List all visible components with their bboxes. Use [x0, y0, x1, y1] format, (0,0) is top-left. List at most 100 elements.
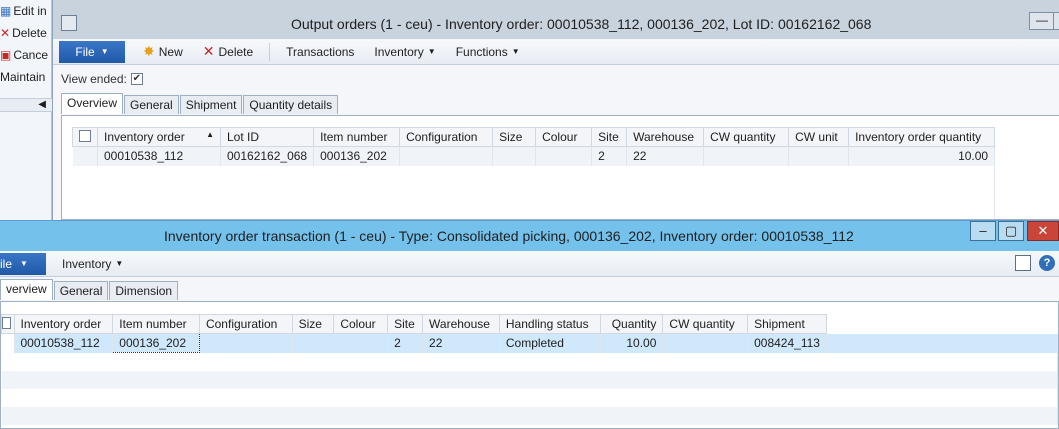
- table-row: [1, 352, 1058, 371]
- col-colour[interactable]: Colour: [535, 127, 593, 147]
- cell-colour[interactable]: [535, 146, 593, 166]
- col-inventory-order[interactable]: Inventory order: [13, 314, 114, 334]
- bg-edit-item[interactable]: ▦ Edit in: [0, 0, 51, 22]
- col-colour[interactable]: Colour: [333, 314, 389, 334]
- window1-file-button[interactable]: File ▼: [59, 40, 125, 63]
- col-inventory-order[interactable]: Inventory order ▲: [97, 127, 221, 147]
- cell-shipment[interactable]: 008424_113: [747, 333, 827, 353]
- select-all-header[interactable]: [1, 314, 15, 334]
- cell-colour[interactable]: [333, 333, 389, 353]
- window1-action-pane: File ▼ ✸ New ✕ Delete Transactions Inven…: [53, 39, 1059, 65]
- grid-header-row: Inventory order Item number Configuratio…: [1, 314, 1058, 334]
- select-all-checkbox[interactable]: [79, 129, 91, 142]
- delete-x-icon: ✕: [202, 43, 215, 59]
- col-shipment[interactable]: Shipment: [747, 314, 827, 334]
- table-row: [72, 165, 996, 218]
- table-row: [1, 388, 1058, 407]
- col-cw-quantity[interactable]: CW quantity: [662, 314, 749, 334]
- window2-file-button[interactable]: ile ▼: [0, 252, 46, 275]
- functions-menu[interactable]: Functions ▼: [446, 41, 530, 63]
- table-row[interactable]: 00010538_112 00162162_068 000136_202 2 2…: [72, 146, 996, 166]
- cell-configuration[interactable]: [199, 333, 293, 353]
- tab-overview[interactable]: verview: [0, 279, 53, 300]
- col-configuration[interactable]: Configuration: [399, 127, 494, 147]
- bg-maintain-item[interactable]: Maintain: [0, 66, 51, 88]
- col-size[interactable]: Size: [492, 127, 537, 147]
- chevron-down-icon: ▼: [20, 259, 28, 268]
- cell-handling-status[interactable]: Completed: [499, 333, 601, 353]
- tab-shipment[interactable]: Shipment: [179, 95, 243, 114]
- view-ended-filter: View ended: ✔: [61, 72, 143, 86]
- window2-inventory-menu[interactable]: Inventory ▼: [52, 253, 133, 275]
- bg-delete-item[interactable]: ✕ Delete: [0, 22, 51, 44]
- cell-warehouse[interactable]: 22: [422, 333, 500, 353]
- col-handling-status[interactable]: Handling status: [498, 314, 601, 334]
- col-item-number[interactable]: Item number: [112, 314, 200, 334]
- window1-tabs: Overview General Shipment Quantity detai…: [61, 93, 339, 114]
- table-row[interactable]: 00010538_112 000136_202 2 22 Completed 1…: [1, 333, 1059, 353]
- col-site[interactable]: Site: [591, 127, 628, 147]
- cell-item-number[interactable]: 000136_202: [313, 146, 401, 166]
- new-button[interactable]: ✸ New: [133, 41, 193, 63]
- tab-overview[interactable]: Overview: [61, 93, 124, 114]
- col-quantity[interactable]: Quantity: [599, 314, 664, 334]
- tab-quantity-details[interactable]: Quantity details: [243, 95, 339, 114]
- col-size[interactable]: Size: [291, 314, 335, 334]
- col-configuration[interactable]: Configuration: [198, 314, 293, 334]
- cell-warehouse[interactable]: 22: [626, 146, 705, 166]
- window2-close-button[interactable]: ✕: [1027, 221, 1059, 241]
- window1-minimize-button[interactable]: —: [1029, 12, 1055, 30]
- cell-size[interactable]: [492, 146, 537, 166]
- background-window-strip: ▦ Edit in ✕ Delete ▣ Cance Maintain ◀: [0, 0, 52, 220]
- cell-item-number[interactable]: 000136_202: [112, 333, 200, 353]
- tab-general[interactable]: General: [124, 95, 179, 114]
- cell-site[interactable]: 2: [387, 333, 424, 353]
- window2-title: Inventory order transaction (1 - ceu) - …: [164, 228, 854, 244]
- cell-inventory-order[interactable]: 00010538_112: [14, 333, 114, 353]
- col-lot-id[interactable]: Lot ID: [219, 127, 315, 147]
- collapse-arrow-icon[interactable]: ◀: [0, 98, 52, 112]
- cell-inventory-order[interactable]: 00010538_112: [97, 146, 221, 166]
- select-all-header[interactable]: [72, 127, 98, 147]
- cell-cw-unit[interactable]: [788, 146, 850, 166]
- cell-cw-quantity[interactable]: [703, 146, 790, 166]
- table-row: [1, 406, 1058, 425]
- new-star-icon: ✸: [143, 43, 155, 59]
- bg-cancel-item[interactable]: ▣ Cance: [0, 44, 51, 66]
- window2-maximize-button[interactable]: ▢: [998, 221, 1024, 241]
- cell-inventory-order-quantity[interactable]: 10.00: [848, 146, 996, 166]
- col-item-number[interactable]: Item number: [313, 127, 401, 147]
- cell-lot-id[interactable]: 00162162_068: [220, 146, 315, 166]
- panel-layout-icon[interactable]: [1015, 255, 1031, 271]
- select-all-checkbox[interactable]: [2, 316, 11, 329]
- cell-cw-quantity[interactable]: [662, 333, 749, 353]
- cell-quantity[interactable]: 10.00: [600, 333, 664, 353]
- cell-configuration[interactable]: [399, 146, 494, 166]
- inventory-menu[interactable]: Inventory ▼: [364, 41, 445, 63]
- delete-button[interactable]: ✕ Delete: [193, 41, 263, 63]
- col-cw-quantity[interactable]: CW quantity: [703, 127, 790, 147]
- col-warehouse[interactable]: Warehouse: [626, 127, 705, 147]
- help-icon[interactable]: ?: [1039, 255, 1055, 271]
- col-warehouse[interactable]: Warehouse: [422, 314, 500, 334]
- transactions-grid-panel: Inventory order Item number Configuratio…: [0, 301, 1059, 429]
- cancel-icon: ▣: [0, 48, 12, 62]
- col-inventory-order-quantity[interactable]: Inventory order quantity: [848, 127, 996, 147]
- chevron-down-icon: ▼: [100, 47, 109, 56]
- col-site[interactable]: Site: [387, 314, 424, 334]
- output-orders-grid: Inventory order ▲ Lot ID Item number Conf…: [72, 127, 996, 218]
- tab-general[interactable]: General: [53, 281, 109, 300]
- grid-header-row: Inventory order ▲ Lot ID Item number Conf…: [72, 127, 996, 147]
- table-row: [1, 370, 1058, 389]
- chevron-down-icon: ▼: [115, 259, 124, 268]
- transactions-button[interactable]: Transactions: [276, 41, 364, 63]
- view-ended-checkbox[interactable]: ✔: [130, 73, 143, 85]
- cell-size[interactable]: [292, 333, 335, 353]
- window1-maximize-button[interactable]: [1053, 12, 1059, 30]
- window2-titlebar: Inventory order transaction (1 - ceu) - …: [0, 221, 1059, 253]
- transactions-grid: Inventory order Item number Configuratio…: [1, 314, 1059, 425]
- cell-site[interactable]: 2: [591, 146, 628, 166]
- col-cw-unit[interactable]: CW unit: [788, 127, 850, 147]
- tab-dimension[interactable]: Dimension: [109, 281, 179, 300]
- window2-minimize-button[interactable]: –: [970, 221, 996, 241]
